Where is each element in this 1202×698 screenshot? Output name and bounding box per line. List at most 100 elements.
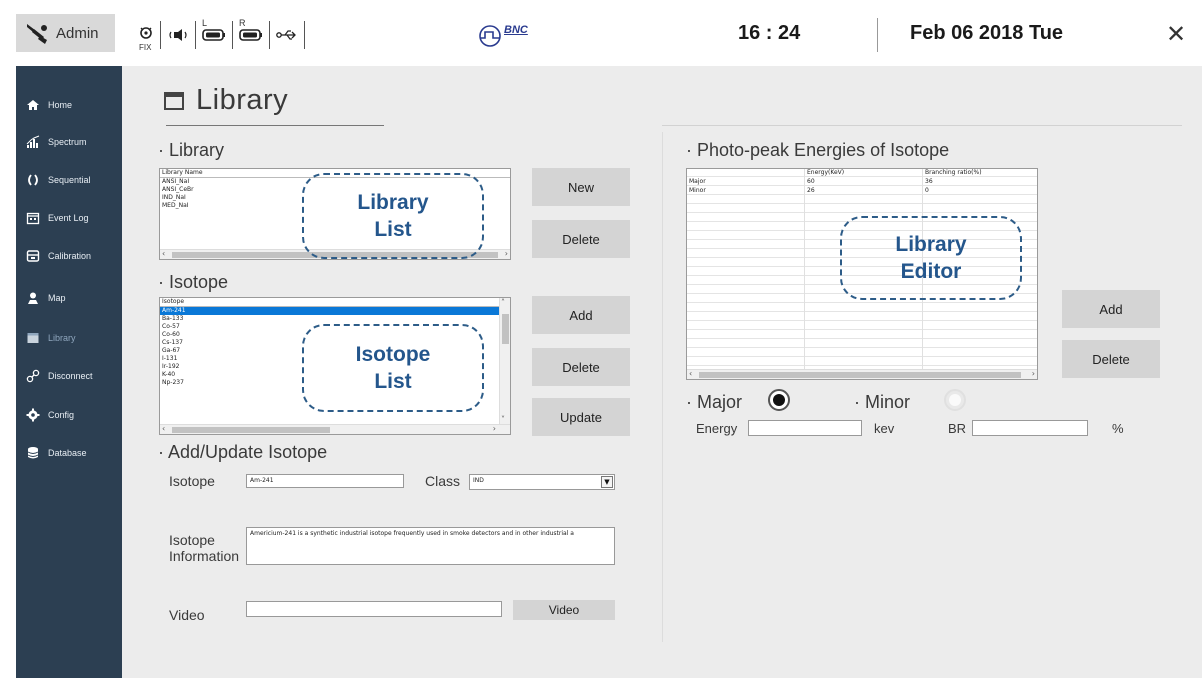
- table-row-empty: [687, 340, 1037, 348]
- sidebar-item-label: Sequential: [48, 175, 91, 185]
- chevron-down-icon[interactable]: ▼: [601, 476, 613, 488]
- table-cell: 26: [807, 187, 815, 194]
- isotope-list-vscrollbar[interactable]: ˄ ˅: [499, 298, 510, 424]
- sidebar-item-map[interactable]: Map: [16, 284, 117, 312]
- sidebar-item-home[interactable]: Home: [16, 91, 117, 119]
- scrollbar-thumb[interactable]: [699, 372, 1021, 378]
- table-row[interactable]: Minor 26 0: [687, 187, 1037, 195]
- library-section-title: · Library: [158, 140, 225, 160]
- sidebar-item-label: Disconnect: [48, 371, 93, 381]
- sidebar-item-disconnect[interactable]: Disconnect: [16, 362, 117, 390]
- class-label: Class: [425, 473, 461, 489]
- photopeak-table-hscrollbar[interactable]: ‹ ›: [687, 369, 1037, 379]
- list-item[interactable]: Ba-133: [160, 315, 510, 323]
- usb-icon: [276, 30, 296, 40]
- scroll-right-icon[interactable]: ›: [1032, 369, 1035, 378]
- sidebar: Home Spectrum Sequential Event Log Calib…: [16, 66, 117, 678]
- usb-status: [270, 21, 305, 49]
- energy-label: Energy: [696, 421, 738, 436]
- sidebar-item-database[interactable]: Database: [16, 439, 117, 467]
- scroll-left-icon[interactable]: ‹: [689, 369, 692, 378]
- admin-user-button[interactable]: Admin: [16, 14, 115, 52]
- top-rule: [662, 125, 1182, 126]
- table-cell: 0: [925, 187, 929, 194]
- video-label: Video: [169, 607, 205, 623]
- br-input[interactable]: [972, 420, 1088, 436]
- scroll-down-icon[interactable]: ˅: [501, 415, 505, 424]
- update-isotope-button[interactable]: Update: [532, 398, 630, 436]
- isotope-section-title: · Isotope: [158, 272, 229, 292]
- sidebar-item-library[interactable]: Library: [16, 324, 117, 352]
- info-label-line-2: Information: [169, 548, 240, 564]
- table-row-empty: [687, 196, 1037, 204]
- right-label: R: [239, 18, 246, 28]
- main-content: Library · Library Library Name ANSI_NaI …: [117, 66, 1202, 678]
- table-row[interactable]: Major 60 36: [687, 178, 1037, 186]
- scroll-left-icon[interactable]: ‹: [162, 249, 165, 258]
- video-button[interactable]: Video: [513, 600, 615, 620]
- spectrum-icon: [26, 135, 40, 148]
- scrollbar-thumb[interactable]: [502, 314, 509, 344]
- energy-input[interactable]: [748, 420, 862, 436]
- class-select-value: IND: [473, 477, 484, 484]
- add-update-section-title: · Add/Update Isotope: [158, 442, 328, 462]
- speaker-icon: [169, 29, 187, 41]
- video-path-input[interactable]: [246, 601, 502, 617]
- top-bar: Admin FIX L R BNC 16: 24 Feb 06 2018 Tu…: [0, 0, 1202, 66]
- table-row-empty: [687, 313, 1037, 321]
- close-button[interactable]: ✕: [1166, 20, 1186, 49]
- sidebar-item-sequential[interactable]: Sequential: [16, 166, 117, 194]
- page-title-text: Library: [196, 84, 289, 116]
- gear-icon: [26, 408, 40, 422]
- isotope-information-textarea[interactable]: Americium-241 is a synthetic industrial …: [246, 527, 615, 565]
- library-title-icon: [164, 91, 184, 110]
- delete-isotope-button[interactable]: Delete: [532, 348, 630, 386]
- date: Feb 06 2018 Tue: [910, 22, 1064, 44]
- isotope-list-hscrollbar[interactable]: ‹ ›: [160, 424, 510, 434]
- list-item-selected[interactable]: Am-241: [160, 307, 510, 315]
- add-isotope-button[interactable]: Add: [532, 296, 630, 334]
- sidebar-item-config[interactable]: Config: [16, 401, 117, 429]
- add-energy-button[interactable]: Add: [1062, 290, 1160, 328]
- minor-radio[interactable]: [944, 389, 966, 411]
- clock: 16 : 24: [738, 22, 801, 44]
- energy-unit: kev: [874, 421, 895, 436]
- bnc-logo-icon: [479, 25, 501, 47]
- scroll-up-icon[interactable]: ˄: [501, 298, 505, 307]
- major-radio[interactable]: [768, 389, 790, 411]
- topbar-divider: [877, 18, 878, 52]
- scroll-right-icon[interactable]: ›: [493, 424, 496, 433]
- bnc-logo: BNC: [478, 24, 528, 48]
- battery-left-icon: [202, 29, 225, 41]
- delete-energy-button[interactable]: Delete: [1062, 340, 1160, 378]
- scroll-right-icon[interactable]: ›: [505, 249, 508, 258]
- home-icon: [27, 100, 39, 110]
- isotope-list-header: Isotope: [160, 298, 510, 307]
- sidebar-item-label: Home: [48, 100, 73, 110]
- gps-fix-icon: [140, 27, 152, 39]
- table-cell: 60: [807, 178, 815, 185]
- sidebar-item-label: Calibration: [48, 251, 92, 261]
- logo-text: BNC: [504, 24, 528, 36]
- scroll-left-icon[interactable]: ‹: [162, 424, 165, 433]
- isotope-name-input[interactable]: Am-241: [246, 474, 404, 488]
- isotope-information-label: Isotope Information: [169, 532, 239, 564]
- delete-library-button[interactable]: Delete: [532, 220, 630, 258]
- class-select[interactable]: IND ▼: [469, 474, 615, 490]
- fix-status: FIX: [132, 21, 161, 52]
- new-library-button[interactable]: New: [532, 168, 630, 206]
- sidebar-item-label: Spectrum: [48, 137, 87, 147]
- status-icons: FIX L R: [132, 18, 305, 52]
- sequential-icon: [28, 174, 38, 186]
- table-cell: Major: [689, 178, 706, 185]
- scrollbar-thumb[interactable]: [172, 427, 330, 433]
- sidebar-item-label: Map: [48, 293, 66, 303]
- speaker-status: [161, 21, 196, 49]
- sidebar-item-calibration[interactable]: Calibration: [16, 242, 117, 270]
- sidebar-item-event-log[interactable]: Event Log: [16, 204, 117, 232]
- left-battery-status: L: [196, 18, 233, 49]
- sidebar-item-spectrum[interactable]: Spectrum: [16, 128, 117, 156]
- minor-label: · Minor: [854, 392, 911, 412]
- calibration-icon: [26, 250, 40, 262]
- table-row-empty: [687, 205, 1037, 213]
